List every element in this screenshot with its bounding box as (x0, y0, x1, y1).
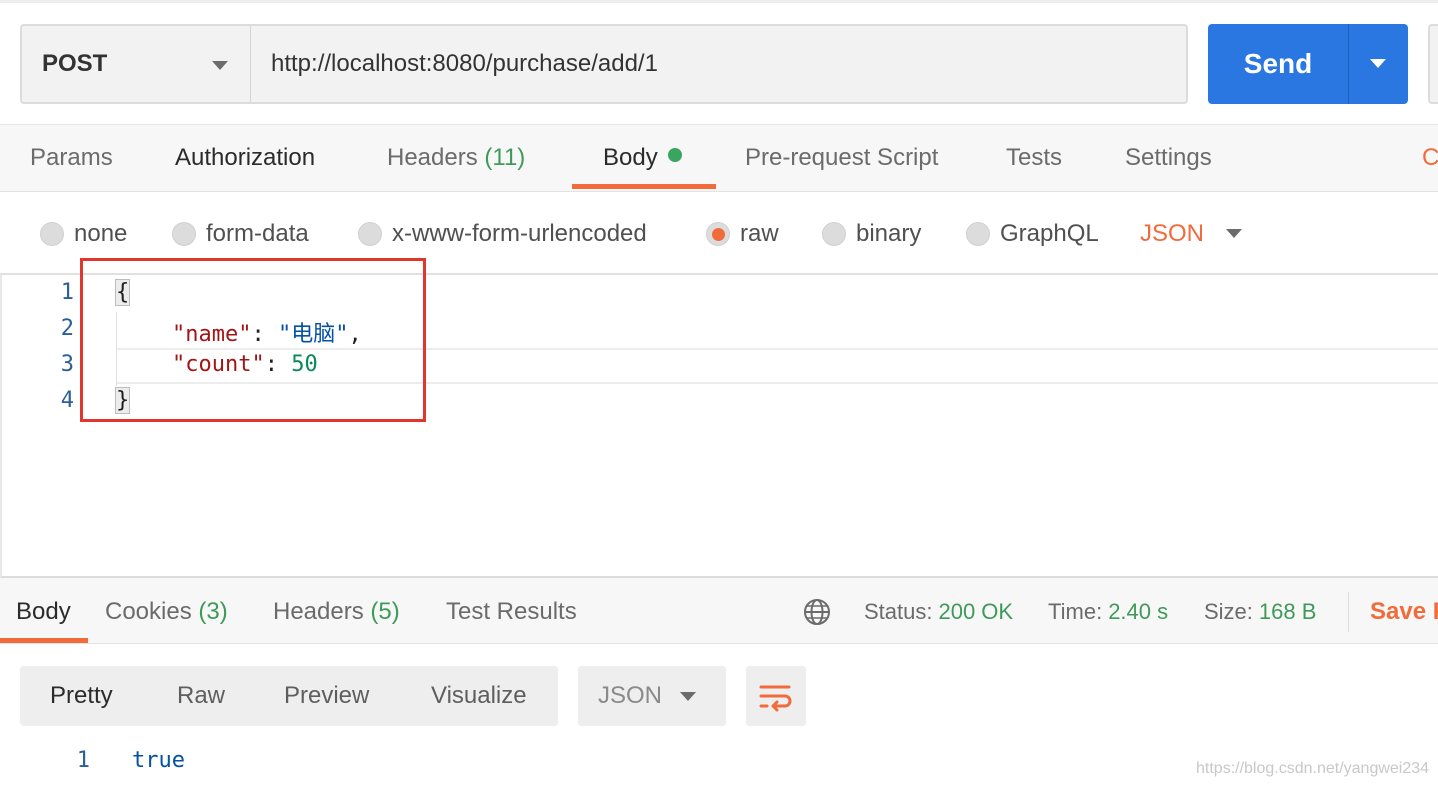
radio-graphql[interactable]: GraphQL (966, 216, 1099, 252)
send-label: Send (1243, 48, 1313, 79)
tab-count-badge: (3) (198, 598, 228, 625)
radio-none[interactable]: none (40, 216, 127, 252)
size-value: 168 B (1258, 599, 1317, 624)
radio-label: x-www-form-urlencoded (392, 220, 647, 247)
tab-count-badge: (11) (484, 144, 526, 171)
response-body-value: true (132, 748, 185, 773)
tab-label: Body (16, 598, 71, 625)
response-line-number: 1 (76, 748, 90, 773)
radio-label: none (74, 220, 128, 247)
time-value: 2.40 s (1108, 599, 1169, 624)
method-label: POST (42, 50, 108, 77)
url-input[interactable]: http://localhost:8080/purchase/add/1 (250, 24, 1188, 104)
tab-label: Tests (1006, 144, 1063, 171)
top-divider (0, 0, 1438, 3)
body-indicator-dot (667, 148, 682, 162)
view-raw-button[interactable]: Raw (177, 666, 225, 726)
wrap-lines-icon (759, 685, 792, 712)
response-time: Time: 2.40 s (1048, 592, 1168, 632)
view-visualize-button[interactable]: Visualize (431, 666, 527, 726)
chevron-down-icon (212, 61, 228, 70)
status-label: Status: (864, 599, 933, 624)
tab-params[interactable]: Params (30, 138, 113, 178)
tab-label: Settings (1125, 144, 1212, 171)
tab-label: Test Results (446, 598, 577, 625)
body-format-select[interactable]: JSON (1140, 216, 1204, 252)
save-button-edge[interactable] (1428, 24, 1438, 104)
status-value: 200 OK (938, 599, 1014, 624)
line-number: 4 (60, 388, 74, 413)
tab-label: Pre-request Script (745, 144, 939, 171)
view-pretty-button[interactable]: Pretty (50, 666, 113, 726)
tab-tests[interactable]: Tests (1006, 138, 1062, 178)
tab-label: Params (30, 144, 113, 171)
postman-window: POST http://localhost:8080/purchase/add/… (0, 0, 1438, 790)
watermark: https://blog.csdn.net/yangwei234 (1196, 760, 1430, 777)
tab-label: Headers (387, 144, 478, 171)
tab-settings[interactable]: Settings (1125, 138, 1212, 178)
size-label: Size: (1204, 599, 1253, 624)
line-number: 2 (60, 316, 74, 341)
tab-label: Authorization (175, 144, 316, 171)
response-tab-test-results[interactable]: Test Results (446, 592, 577, 632)
tab-label: Headers (273, 598, 364, 625)
radio-x-www-form-urlencoded[interactable]: x-www-form-urlencoded (358, 216, 647, 252)
send-button[interactable]: Send (1208, 24, 1348, 104)
radio-circle (358, 222, 382, 246)
radio-binary[interactable]: binary (822, 216, 921, 252)
radio-circle (822, 222, 846, 246)
radio-circle (966, 222, 990, 246)
response-format-select[interactable]: JSON (578, 666, 726, 726)
response-tab-body[interactable]: Body (16, 592, 71, 632)
tab-authorization[interactable]: Authorization (175, 138, 315, 178)
globe-icon[interactable] (802, 597, 832, 627)
radio-label: GraphQL (1000, 220, 1099, 247)
response-size: Size: 168 B (1204, 592, 1316, 632)
tab-pre-request-script[interactable]: Pre-request Script (745, 138, 938, 178)
save-response-button[interactable]: Save R (1370, 592, 1438, 632)
radio-circle (172, 222, 196, 246)
response-tab-headers[interactable]: Headers (5) (273, 592, 400, 632)
response-status: Status: 200 OK (864, 592, 1013, 632)
send-options-button[interactable] (1348, 24, 1408, 104)
tab-label: Cookies (105, 598, 192, 625)
line-number: 3 (60, 352, 74, 377)
chevron-down-icon (680, 692, 696, 701)
cookies-link-cutoff[interactable]: C (1422, 138, 1438, 178)
line-number: 1 (60, 280, 74, 305)
radio-form-data[interactable]: form-data (172, 216, 309, 252)
active-tab-indicator (0, 638, 88, 643)
radio-label: raw (740, 220, 779, 247)
chevron-down-icon (1370, 59, 1386, 68)
view-preview-button[interactable]: Preview (284, 666, 369, 726)
chevron-down-icon[interactable] (1226, 229, 1242, 238)
radio-label: form-data (206, 220, 309, 247)
time-label: Time: (1048, 599, 1103, 624)
url-text: http://localhost:8080/purchase/add/1 (271, 50, 658, 77)
format-label: JSON (598, 682, 663, 709)
radio-label: binary (856, 220, 922, 247)
wrap-lines-button[interactable] (746, 666, 806, 726)
active-tab-indicator (572, 184, 716, 189)
tab-body[interactable]: Body (603, 138, 682, 178)
method-select[interactable]: POST (20, 24, 252, 104)
annotation-highlight-box (80, 258, 426, 422)
tab-count-badge: (5) (370, 598, 400, 625)
radio-circle-selected (706, 222, 730, 246)
tab-label: Body (603, 144, 658, 171)
response-tab-cookies[interactable]: Cookies (3) (105, 592, 228, 632)
tab-headers[interactable]: Headers (11) (387, 138, 525, 178)
divider (1348, 592, 1349, 632)
radio-circle (40, 222, 64, 246)
radio-raw[interactable]: raw (706, 216, 779, 252)
